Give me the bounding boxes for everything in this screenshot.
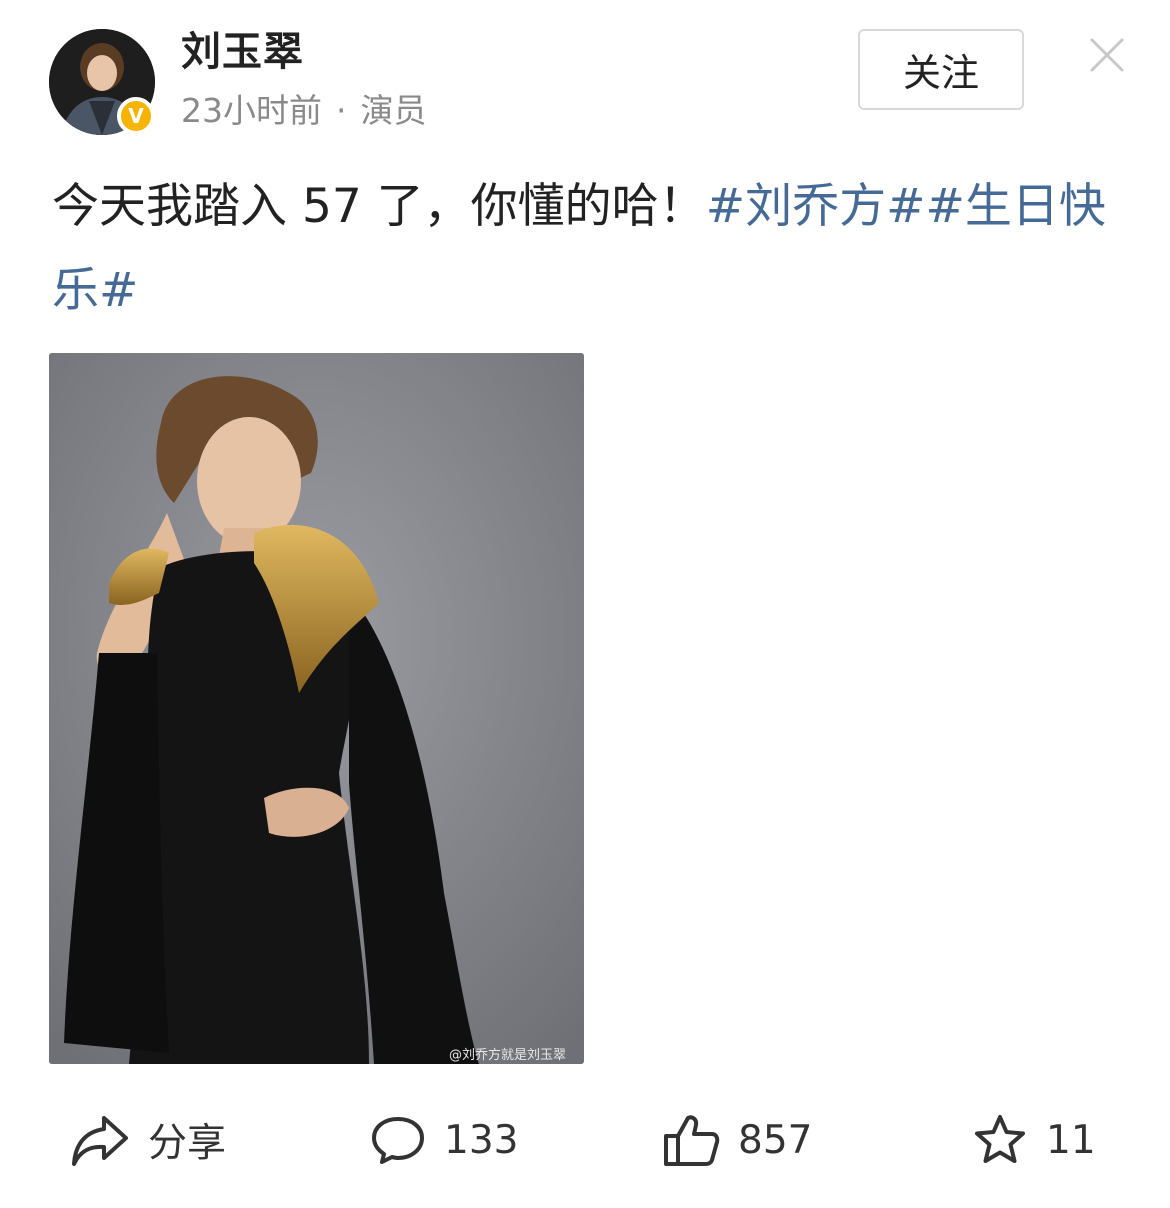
verified-badge-icon: V — [117, 97, 155, 135]
post-text: 今天我踏入 57 了，你懂的哈！#刘乔方##生日快乐# — [52, 165, 1132, 333]
share-button[interactable]: 分享 — [70, 1100, 226, 1180]
like-button[interactable]: 857 — [662, 1100, 812, 1180]
comment-count: 133 — [444, 1117, 519, 1163]
author-name[interactable]: 刘玉翠 — [181, 28, 304, 76]
post-image[interactable]: @刘乔方就是刘玉翠 — [49, 353, 584, 1064]
favorite-button[interactable]: 11 — [972, 1100, 1096, 1180]
comment-icon — [372, 1117, 424, 1164]
post-meta: 23小时前 · 演员 — [181, 88, 427, 134]
close-icon[interactable] — [1088, 36, 1126, 74]
hashtag-link[interactable]: #刘乔方# — [706, 179, 926, 234]
share-label: 分享 — [148, 1121, 227, 1166]
follow-button[interactable]: 关注 — [858, 29, 1024, 110]
star-icon — [975, 1115, 1025, 1163]
thumbs-up-icon — [664, 1115, 720, 1166]
like-count: 857 — [738, 1117, 813, 1163]
favorite-count: 11 — [1046, 1117, 1096, 1163]
post-body-text: 今天我踏入 57 了，你懂的哈！ — [52, 179, 706, 234]
image-watermark: @刘乔方就是刘玉翠 — [449, 1047, 566, 1063]
author-role: 演员 — [360, 91, 427, 130]
action-bar: 分享 133 857 11 — [0, 1100, 1170, 1180]
post-time: 23小时前 — [181, 91, 322, 130]
comment-button[interactable]: 133 — [370, 1100, 518, 1180]
meta-separator: · — [336, 91, 347, 130]
share-icon — [72, 1116, 128, 1166]
